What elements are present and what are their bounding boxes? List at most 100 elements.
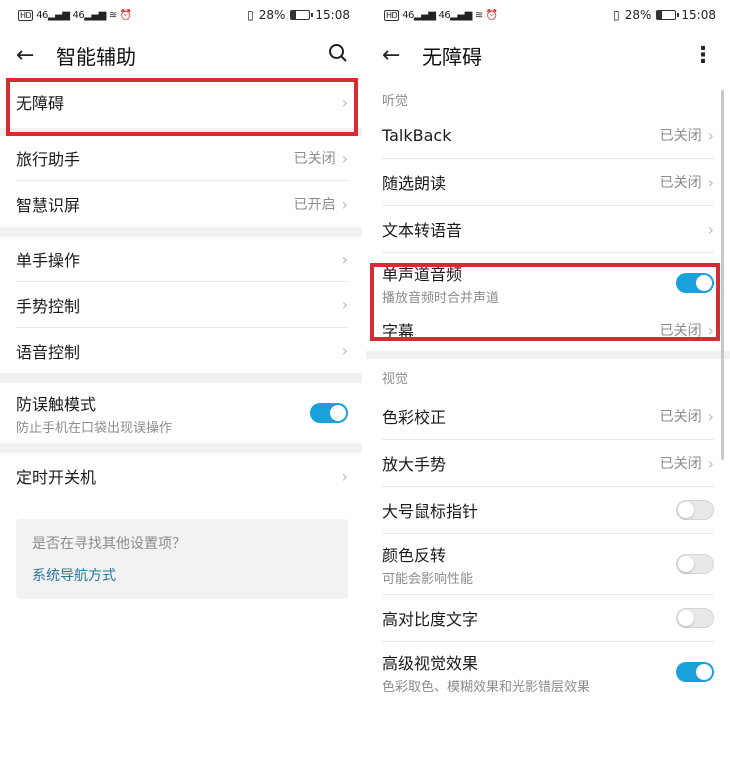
status-bar: HD 46▂▄▆ 46▂▄▆ ≋ ⏰ ▯ 28% 15:08 xyxy=(366,0,730,30)
scrollbar[interactable] xyxy=(721,90,724,460)
status-text: 已关闭 xyxy=(659,456,702,472)
toolbar: ← 无障碍 ⋮ xyxy=(366,30,730,80)
item-label: 字幕 xyxy=(382,322,415,341)
signal-icon: 46▂▄▆ xyxy=(36,9,70,21)
item-subtitle: 可能会影响性能 xyxy=(382,571,474,587)
card-question: 是否在寻找其他设置项？ xyxy=(32,536,186,552)
chevron-right-icon: › xyxy=(707,453,714,473)
mono-audio-item[interactable]: 单声道音频 播放音频时合并声道 xyxy=(366,253,730,313)
signal-icon: 46▂▄▆ xyxy=(438,9,473,21)
item-label: 大号鼠标指针 xyxy=(382,502,479,521)
high-contrast-toggle[interactable] xyxy=(676,608,714,628)
advanced-visual-toggle[interactable] xyxy=(676,662,714,682)
item-subtitle: 防止手机在口袋出现误操作 xyxy=(16,420,173,436)
chevron-right-icon: › xyxy=(707,172,714,192)
alarm-icon: ⏰ xyxy=(485,9,498,21)
item-label: 单手操作 xyxy=(16,251,81,270)
status-text: 已关闭 xyxy=(659,128,702,144)
item-subtitle: 播放音频时合并声道 xyxy=(382,290,500,306)
large-pointer-toggle[interactable] xyxy=(676,500,714,520)
item-subtitle: 色彩取色、模糊效果和光影错层效果 xyxy=(382,679,591,695)
travel-assistant-item[interactable]: 旅行助手 已关闭 › xyxy=(0,136,364,180)
section-hearing: 听觉 xyxy=(382,93,409,109)
smart-screen-item[interactable]: 智慧识屏 已开启 › xyxy=(0,181,364,227)
item-label: 文本转语音 xyxy=(382,221,463,240)
status-text: 已关闭 xyxy=(659,323,702,339)
item-label: 智慧识屏 xyxy=(16,196,81,215)
status-bar: HD 46▂▄▆ 46▂▄▆ ≋ ⏰ ▯ 28% 15:08 xyxy=(0,0,364,30)
search-icon[interactable] xyxy=(328,43,348,68)
item-label: 无障碍 xyxy=(16,94,65,113)
chevron-right-icon: › xyxy=(707,320,714,340)
item-label: 色彩校正 xyxy=(382,408,447,427)
chevron-right-icon: › xyxy=(341,466,348,486)
hd-icon: HD xyxy=(384,9,400,21)
chevron-right-icon: › xyxy=(341,295,348,314)
page-title: 智能辅助 xyxy=(56,44,136,69)
more-vertical-icon[interactable]: ⋮ xyxy=(692,43,714,68)
talkback-item[interactable]: TalkBack 已关闭 › xyxy=(366,112,730,158)
item-label: 单声道音频 xyxy=(382,264,463,284)
wifi-icon: ≋ xyxy=(474,9,483,21)
system-navigation-link[interactable]: 系统导航方式 xyxy=(32,565,332,585)
tts-item[interactable]: 文本转语音 › xyxy=(366,206,730,252)
timer-item[interactable]: 定时开关机 › xyxy=(0,453,364,499)
item-label: 高级视觉效果 xyxy=(382,653,479,673)
battery-icon xyxy=(656,10,680,20)
gesture-item[interactable]: 手势控制 › xyxy=(0,282,364,327)
item-label: 定时开关机 xyxy=(16,468,97,487)
battery-percent: 28% xyxy=(624,8,652,22)
item-label: 高对比度文字 xyxy=(382,610,479,629)
alarm-icon: ⏰ xyxy=(119,9,132,21)
page-title: 无障碍 xyxy=(422,44,482,69)
clock: 15:08 xyxy=(315,8,350,22)
battery-icon xyxy=(290,10,314,20)
one-hand-item[interactable]: 单手操作 › xyxy=(0,237,364,281)
signal-icon: 46▂▄▆ xyxy=(402,9,436,21)
chevron-right-icon: › xyxy=(707,219,714,239)
mistouch-item[interactable]: 防误触模式 防止手机在口袋出现误操作 xyxy=(0,383,364,443)
mono-audio-toggle[interactable] xyxy=(676,273,714,293)
item-label: 防误触模式 xyxy=(16,394,97,414)
item-label: 手势控制 xyxy=(16,296,81,316)
subtitles-item[interactable]: 字幕 已关闭 › xyxy=(366,313,730,347)
clock: 15:08 xyxy=(681,8,716,22)
advanced-visual-item[interactable]: 高级视觉效果 色彩取色、模糊效果和光影错层效果 xyxy=(366,642,730,702)
chevron-right-icon: › xyxy=(707,406,714,426)
item-label: 放大手势 xyxy=(382,455,447,474)
hd-icon: HD xyxy=(18,9,34,21)
signal-icon: 46▂▄▆ xyxy=(72,9,107,21)
item-label: 旅行助手 xyxy=(16,150,81,169)
arrow-left-icon[interactable]: ← xyxy=(382,43,410,68)
battery-percent: 28% xyxy=(258,8,286,22)
status-text: 已开启 xyxy=(293,197,336,213)
item-label: 随选朗读 xyxy=(382,174,447,193)
item-label: TalkBack xyxy=(382,125,452,145)
left-screen: HD 46▂▄▆ 46▂▄▆ ≋ ⏰ ▯ 28% 15:08 ← 智能辅助 无障… xyxy=(0,0,364,758)
vibrate-icon: ▯ xyxy=(613,8,620,22)
mistouch-toggle[interactable] xyxy=(310,403,348,423)
chevron-right-icon: › xyxy=(707,125,714,145)
arrow-left-icon[interactable]: ← xyxy=(16,43,44,68)
large-pointer-item[interactable]: 大号鼠标指针 xyxy=(366,487,730,533)
suggestion-card: 是否在寻找其他设置项？ 系统导航方式 xyxy=(16,519,348,599)
voice-item[interactable]: 语音控制 › xyxy=(0,328,364,373)
vibrate-icon: ▯ xyxy=(247,8,254,22)
status-text: 已关闭 xyxy=(659,409,702,425)
chevron-right-icon: › xyxy=(341,194,348,214)
magnify-gesture-item[interactable]: 放大手势 已关闭 › xyxy=(366,440,730,486)
toolbar: ← 智能辅助 xyxy=(0,30,364,80)
accessibility-item[interactable]: 无障碍 › xyxy=(0,80,364,124)
chevron-right-icon: › xyxy=(341,249,348,269)
item-label: 语音控制 xyxy=(16,342,81,362)
status-text: 已关闭 xyxy=(293,151,336,167)
color-inversion-toggle[interactable] xyxy=(676,554,714,574)
color-inversion-item[interactable]: 颜色反转 可能会影响性能 xyxy=(366,534,730,594)
right-screen: HD 46▂▄▆ 46▂▄▆ ≋ ⏰ ▯ 28% 15:08 ← 无障碍 ⋮ 听… xyxy=(366,0,730,758)
chevron-right-icon: › xyxy=(341,92,348,112)
select-to-speak-item[interactable]: 随选朗读 已关闭 › xyxy=(366,159,730,205)
chevron-right-icon: › xyxy=(341,148,348,168)
chevron-right-icon: › xyxy=(341,341,348,360)
color-correction-item[interactable]: 色彩校正 已关闭 › xyxy=(366,393,730,439)
high-contrast-item[interactable]: 高对比度文字 xyxy=(366,595,730,641)
